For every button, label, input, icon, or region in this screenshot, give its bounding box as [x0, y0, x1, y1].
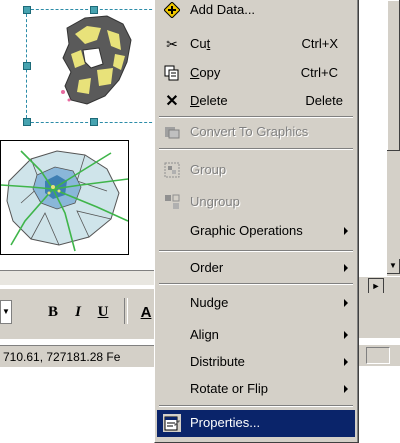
submenu-arrow-icon — [344, 264, 348, 272]
menu-item-properties[interactable]: Properties... — [157, 410, 355, 437]
overview-data-frame[interactable] — [0, 140, 129, 255]
menu-item-order[interactable]: Order — [157, 255, 355, 281]
resize-handle-s[interactable] — [90, 118, 98, 126]
menu-item-align[interactable]: Align — [157, 322, 355, 348]
menu-item-distribute[interactable]: Distribute — [157, 349, 355, 375]
menu-item-nudge[interactable]: Nudge — [157, 290, 355, 316]
menu-item-add-data[interactable]: Add Data... — [157, 0, 355, 23]
menu-item-ungroup[interactable]: Ungroup — [157, 189, 355, 215]
menu-item-graphic-operations[interactable]: Graphic Operations — [157, 218, 355, 244]
menu-item-rotate-or-flip[interactable]: Rotate or Flip — [157, 376, 355, 402]
draw-toolbar-right — [357, 293, 400, 338]
scroll-down-arrow[interactable]: ▼ — [387, 259, 400, 274]
county-parcel-map — [61, 15, 132, 105]
properties-icon — [163, 414, 181, 432]
ungroup-icon — [163, 193, 181, 211]
submenu-arrow-icon — [344, 299, 348, 307]
bold-button[interactable]: B — [44, 300, 62, 324]
toolbar-separator — [124, 298, 128, 324]
selected-data-frame[interactable] — [26, 9, 157, 123]
menu-item-delete[interactable]: ✕ Delete Delete — [157, 88, 355, 114]
submenu-arrow-icon — [344, 385, 348, 393]
menu-separator — [159, 405, 353, 407]
menu-separator — [159, 148, 353, 150]
delete-x-icon: ✕ — [165, 93, 179, 110]
menu-item-copy[interactable]: Copy Ctrl+C — [157, 60, 355, 86]
county-overview-map — [0, 150, 129, 252]
coordinate-readout: 710.61, 727181.28 Fe — [3, 350, 121, 364]
menu-separator — [159, 283, 353, 285]
font-size-dropdown-arrow[interactable]: ▼ — [0, 300, 12, 324]
menu-item-convert-to-graphics[interactable]: Convert To Graphics — [157, 119, 355, 145]
resize-handle-w[interactable] — [23, 62, 31, 70]
convert-icon — [163, 123, 181, 141]
scroll-right-arrow[interactable]: ► — [368, 278, 384, 294]
menu-item-group[interactable]: Group — [157, 157, 355, 183]
menu-item-cut[interactable]: ✂ Cut Ctrl+X — [157, 31, 355, 57]
underline-button[interactable]: U — [95, 300, 111, 324]
vertical-scroll-thumb[interactable] — [387, 0, 400, 151]
menu-separator — [159, 250, 353, 252]
resize-handle-sw[interactable] — [23, 118, 31, 126]
italic-button[interactable]: I — [70, 300, 86, 324]
scissors-icon: ✂ — [166, 35, 178, 52]
submenu-arrow-icon — [344, 331, 348, 339]
copy-icon — [163, 64, 181, 82]
group-icon — [163, 161, 181, 179]
submenu-arrow-icon — [344, 227, 348, 235]
horizontal-scrollbar[interactable] — [0, 270, 157, 285]
resize-handle-nw[interactable] — [23, 6, 31, 14]
menu-separator — [159, 116, 353, 118]
font-color-button[interactable]: A — [138, 300, 154, 324]
status-panel — [366, 347, 390, 364]
empty-area — [0, 367, 157, 442]
resize-handle-n[interactable] — [90, 6, 98, 14]
submenu-arrow-icon — [344, 358, 348, 366]
add-data-icon — [163, 1, 181, 19]
